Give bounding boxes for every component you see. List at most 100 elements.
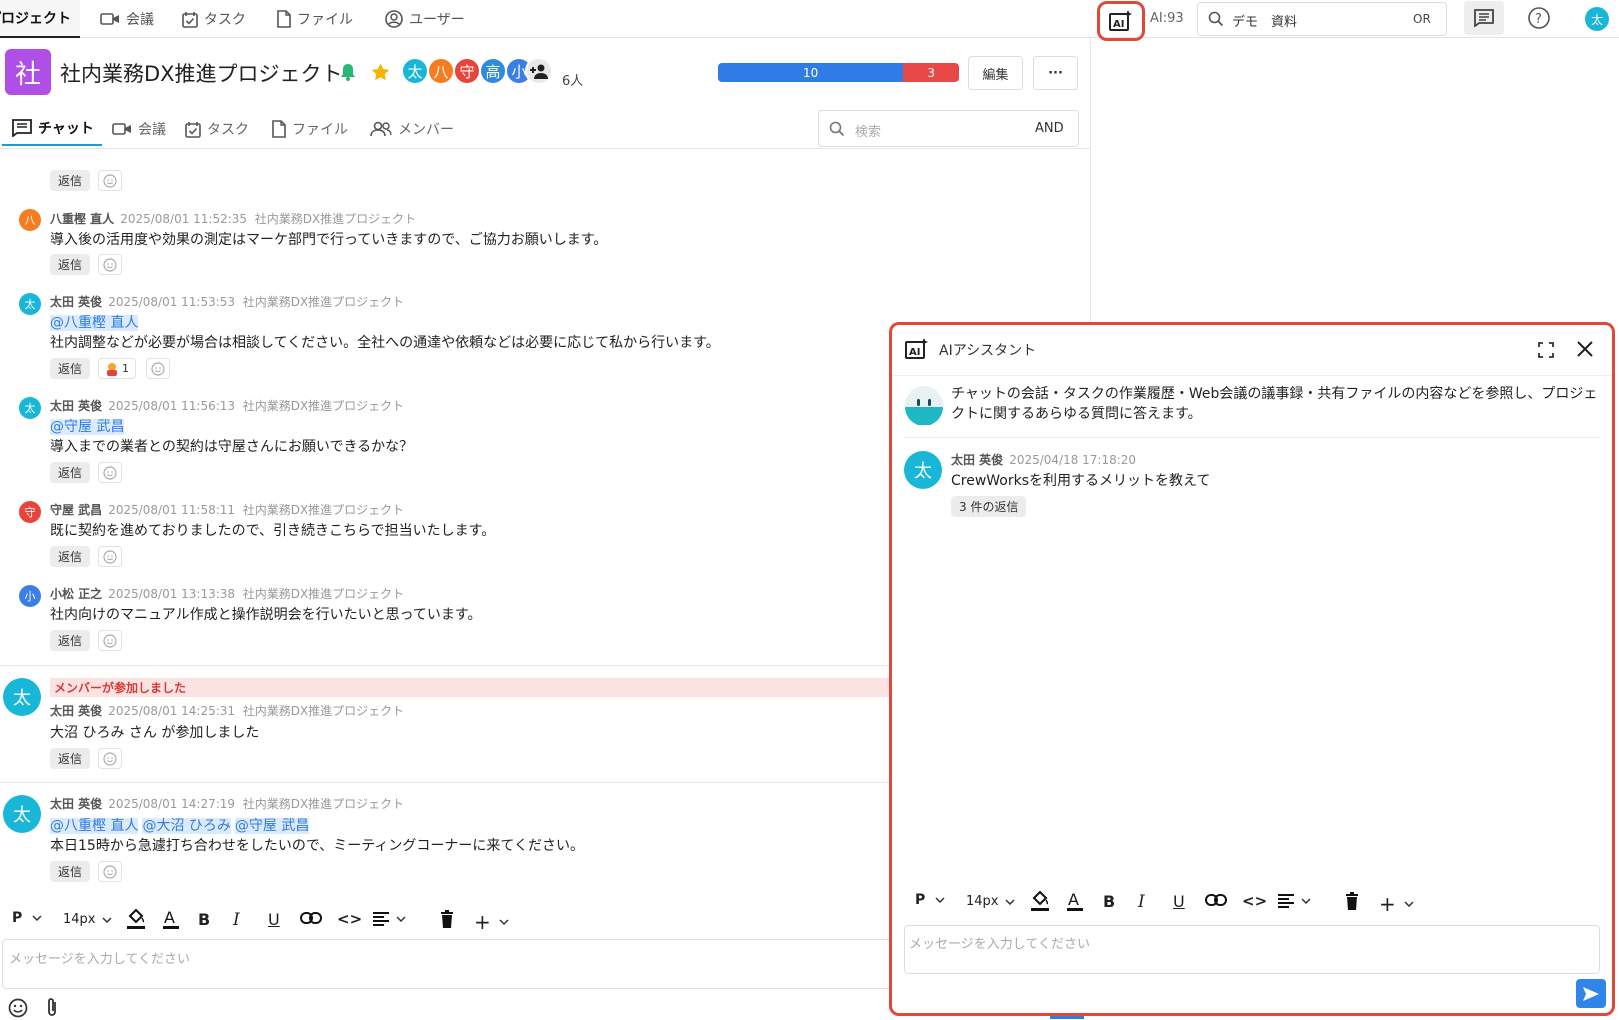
help-button[interactable]: ? (1528, 7, 1550, 33)
sender-name[interactable]: 太田 英俊 (951, 453, 1003, 467)
timestamp: 2025/08/01 11:58:11 (108, 503, 236, 517)
mention-tag[interactable]: @守屋 武昌 (50, 419, 125, 435)
avatar[interactable]: 太 (904, 451, 942, 489)
reply-button[interactable]: 返信 (50, 170, 91, 191)
add-reaction-button[interactable] (98, 462, 122, 483)
highlight-button[interactable] (126, 908, 146, 930)
member-avatar[interactable]: 八 (427, 57, 455, 85)
tab-meeting[interactable]: 会議 (112, 112, 166, 146)
reply-button[interactable]: 返信 (50, 358, 91, 379)
tab-task[interactable]: タスク (185, 112, 249, 146)
add-reaction-button[interactable] (98, 748, 122, 769)
ai-message-input[interactable]: メッセージを入力してください (904, 925, 1600, 974)
sender-name[interactable]: 太田 英俊 (50, 797, 102, 811)
tab-members[interactable]: メンバー (370, 112, 454, 146)
mention-tag[interactable]: @八重樫 直人 (50, 818, 139, 834)
bold-button[interactable]: B (1103, 892, 1115, 911)
align-select[interactable] (1277, 893, 1311, 909)
reply-button[interactable]: 返信 (50, 254, 91, 275)
insert-select[interactable]: + (1379, 892, 1414, 916)
sender-name[interactable]: 太田 英俊 (50, 295, 102, 309)
expand-icon[interactable] (1538, 342, 1554, 358)
reply-button[interactable]: 返信 (50, 462, 91, 483)
mention-tag[interactable]: @大沼 ひろみ (142, 818, 231, 834)
text-color-button[interactable]: A (1066, 890, 1084, 912)
nav-tab-project[interactable]: プロジェクト (0, 0, 80, 38)
sender-name[interactable]: 小松 正之 (50, 587, 102, 601)
more-button[interactable]: ··· (1033, 56, 1078, 90)
avatar[interactable]: 太 (19, 397, 41, 419)
underline-button[interactable]: U (268, 910, 280, 929)
link-button[interactable] (300, 912, 322, 924)
tab-label: チャット (38, 121, 94, 137)
font-size-select[interactable]: 14px (63, 912, 112, 927)
delete-button[interactable] (1345, 892, 1359, 910)
add-reaction-button[interactable] (146, 358, 170, 379)
reaction-chip[interactable]: 1 (98, 358, 136, 379)
messages-button[interactable] (1464, 1, 1504, 35)
insert-select[interactable]: + (474, 910, 509, 934)
nav-tab-user[interactable]: ユーザー (385, 0, 465, 38)
search-mode-toggle[interactable]: AND (1035, 121, 1064, 136)
nav-tab-task[interactable]: タスク (182, 0, 246, 38)
add-member-button[interactable] (525, 57, 553, 85)
link-button[interactable] (1205, 894, 1227, 906)
add-reaction-button[interactable] (98, 254, 122, 275)
avatar[interactable]: 守 (19, 501, 41, 523)
send-button[interactable] (1576, 979, 1606, 1008)
mention-tag[interactable]: @守屋 武昌 (234, 818, 310, 834)
search-mode-toggle[interactable]: OR (1413, 12, 1431, 26)
reply-button[interactable]: 返信 (50, 546, 91, 567)
chat-search-input[interactable]: 検索 AND (818, 110, 1079, 147)
reply-button[interactable]: 返信 (50, 748, 91, 769)
tab-file[interactable]: ファイル (272, 112, 348, 146)
notification-bell-icon[interactable] (340, 63, 356, 81)
add-reaction-button[interactable] (98, 170, 122, 191)
sender-name[interactable]: 太田 英俊 (50, 399, 102, 413)
tab-chat[interactable]: チャット (2, 112, 102, 146)
sender-name[interactable]: 守屋 武昌 (50, 503, 102, 517)
highlight-button[interactable] (1030, 890, 1050, 912)
message-input[interactable]: メッセージを入力してください (2, 939, 892, 989)
global-search-input[interactable]: デモ 資料 OR (1197, 2, 1447, 36)
sender-name[interactable]: 八重樫 直人 (50, 212, 114, 226)
avatar[interactable]: 小 (19, 585, 41, 607)
search-icon (1208, 11, 1224, 27)
edit-button[interactable]: 編集 (968, 56, 1023, 90)
member-avatar[interactable]: 高 (479, 57, 507, 85)
avatar[interactable]: 太 (3, 795, 41, 833)
paragraph-select[interactable]: P (915, 892, 945, 908)
text-color-button[interactable]: A (162, 908, 180, 930)
sender-name[interactable]: 太田 英俊 (50, 704, 102, 718)
avatar[interactable]: 太 (19, 293, 41, 315)
bold-button[interactable]: B (198, 910, 210, 929)
align-select[interactable] (372, 911, 406, 927)
add-reaction-button[interactable] (98, 861, 122, 882)
ai-assistant-button[interactable]: AI (1097, 1, 1145, 41)
avatar[interactable]: 太 (3, 678, 41, 716)
emoji-button[interactable] (8, 998, 28, 1018)
add-reaction-button[interactable] (98, 546, 122, 567)
mention-tag[interactable]: @八重樫 直人 (50, 315, 139, 331)
code-button[interactable]: <> (1242, 892, 1267, 910)
member-avatar[interactable]: 太 (401, 57, 429, 85)
reply-button[interactable]: 返信 (50, 861, 91, 882)
nav-tab-meeting[interactable]: 会議 (100, 0, 154, 38)
code-button[interactable]: <> (337, 910, 362, 928)
italic-button[interactable]: I (233, 910, 240, 930)
add-reaction-button[interactable] (98, 630, 122, 651)
member-avatar[interactable]: 守 (453, 57, 481, 85)
font-size-select[interactable]: 14px (966, 894, 1015, 909)
star-icon[interactable] (371, 63, 390, 81)
avatar[interactable]: 八 (19, 209, 41, 231)
nav-tab-file[interactable]: ファイル (277, 0, 353, 38)
thread-replies-button[interactable]: 3 件の返信 (951, 496, 1027, 517)
close-icon[interactable] (1576, 340, 1594, 358)
user-avatar[interactable]: 太 (1585, 7, 1609, 31)
paragraph-select[interactable]: P (12, 910, 42, 926)
underline-button[interactable]: U (1173, 892, 1185, 911)
reply-button[interactable]: 返信 (50, 630, 91, 651)
attach-button[interactable] (45, 997, 59, 1017)
delete-button[interactable] (440, 910, 454, 928)
italic-button[interactable]: I (1138, 892, 1145, 912)
